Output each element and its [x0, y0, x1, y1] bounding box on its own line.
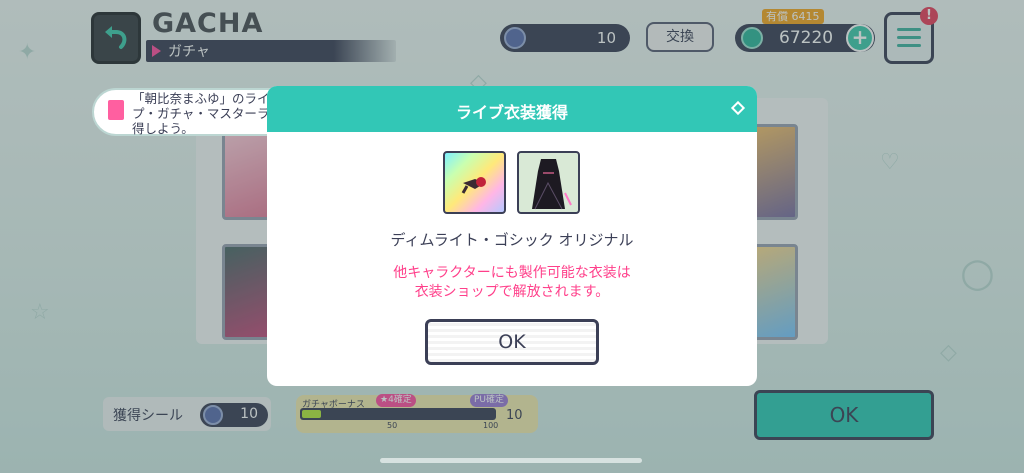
costume-name: ディムライト・ゴシック オリジナル: [390, 231, 634, 249]
unlock-notice-line: 衣装ショップで解放されます。: [414, 284, 610, 300]
costume-acquired-dialog: ライブ衣装獲得 ディムライト・ゴシック オリジナル 他キャラクターにも製作可能な…: [267, 86, 757, 386]
unlock-notice-line: 他キャラクターにも製作可能な衣装は: [393, 265, 631, 281]
dialog-ok-button[interactable]: OK: [425, 319, 599, 365]
unlock-notice: 他キャラクターにも製作可能な衣装は 衣装ショップで解放されます。: [267, 264, 757, 302]
home-indicator[interactable]: [380, 458, 642, 463]
costume-item-thumbnail[interactable]: [517, 151, 580, 214]
clipboard-icon: [108, 100, 124, 120]
gothic-dress-icon: [532, 159, 572, 210]
dialog-title: ライブ衣装獲得: [455, 103, 568, 122]
accessory-item-thumbnail[interactable]: [443, 151, 506, 214]
hair-accessory-icon: [461, 177, 486, 194]
